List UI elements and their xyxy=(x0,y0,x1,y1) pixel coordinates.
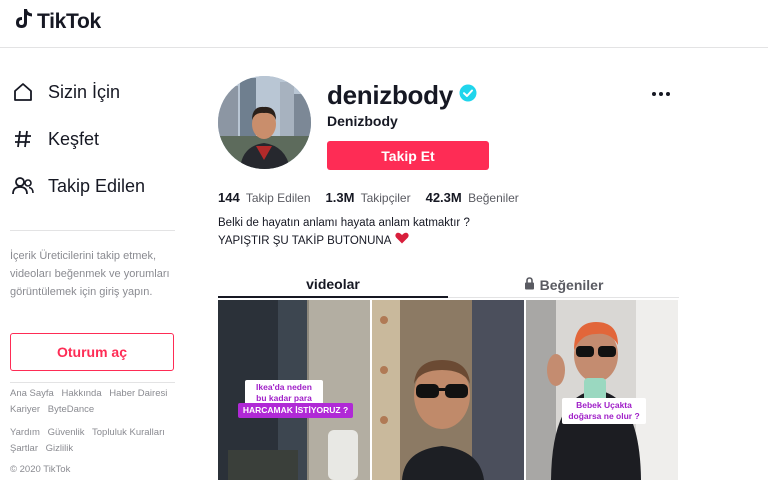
footer-link-about[interactable]: Hakkında xyxy=(61,388,101,399)
lock-icon xyxy=(524,276,535,293)
hashtag-icon xyxy=(10,126,36,152)
footer-link-careers[interactable]: Kariyer xyxy=(10,404,40,415)
users-icon xyxy=(10,173,36,199)
login-hint: İçerik Üreticilerini takip etmek, videol… xyxy=(10,250,170,298)
stat-following[interactable]: 144 Takip Edilen xyxy=(218,190,311,205)
sidebar-divider xyxy=(10,382,175,383)
profile-avatar[interactable] xyxy=(218,76,311,169)
profile-bio: Belki de hayatın anlamı hayata anlam kat… xyxy=(218,215,470,250)
bio-line: Belki de hayatın anlamı hayata anlam kat… xyxy=(218,217,470,229)
login-button[interactable]: Oturum aç xyxy=(10,333,174,371)
verified-badge-icon xyxy=(459,84,477,107)
caption-line: Ikea'da neden xyxy=(256,382,312,392)
video-thumbnail[interactable] xyxy=(372,300,524,480)
tab-likes[interactable]: Beğeniler xyxy=(448,272,679,298)
logo-text: TikTok xyxy=(37,9,101,33)
tab-label: Beğeniler xyxy=(539,276,604,293)
bio-line-with-emoji: YAPIŞTIR ŞU TAKİP BUTONUNA xyxy=(218,232,470,250)
sidebar: Sizin İçin Keşfet Takip Edilen İçerik Ür… xyxy=(0,48,190,480)
profile-stats: 144 Takip Edilen 1.3M Takipçiler 42.3M B… xyxy=(218,190,519,205)
footer-link-home[interactable]: Ana Sayfa xyxy=(10,388,54,399)
video-thumbnail[interactable]: Ikea'da neden bu kadar para HARCAMAK İST… xyxy=(218,300,370,480)
footer-links-bottom: Yardım Güvenlik Topluluk Kuralları Şartl… xyxy=(10,425,180,457)
video-caption: Bebek Uçakta doğarsa ne olur ? xyxy=(562,398,646,424)
stat-likes: 42.3M Beğeniler xyxy=(426,190,519,205)
tiktok-logo[interactable]: TikTok xyxy=(14,8,101,35)
stat-value: 1.3M xyxy=(325,190,355,205)
bio-line: YAPIŞTIR ŞU TAKİP BUTONUNA xyxy=(218,234,392,247)
video-grid: Ikea'da neden bu kadar para HARCAMAK İST… xyxy=(218,300,679,480)
footer-link-privacy[interactable]: Gizlilik xyxy=(46,443,73,454)
tiktok-note-icon xyxy=(14,8,34,35)
nav-discover[interactable]: Keşfet xyxy=(10,124,99,154)
sidebar-divider xyxy=(10,230,175,231)
footer-link-safety[interactable]: Güvenlik xyxy=(48,427,85,438)
nav-label: Sizin İçin xyxy=(48,81,121,102)
footer-link-help[interactable]: Yardım xyxy=(10,427,40,438)
nav-label: Keşfet xyxy=(48,128,100,149)
more-options-icon[interactable] xyxy=(650,84,672,104)
video-caption-highlight: HARCAMAK İSTİYORUZ ? xyxy=(238,403,353,418)
stat-value: 42.3M xyxy=(425,190,462,205)
stat-label: Takipçiler xyxy=(360,191,411,205)
footer-link-terms[interactable]: Şartlar xyxy=(10,443,38,454)
stat-label: Takip Edilen xyxy=(245,191,311,205)
footer-link-bytedance[interactable]: ByteDance xyxy=(48,404,94,415)
display-name: Denizbody xyxy=(327,113,398,129)
follow-button[interactable]: Takip Et xyxy=(327,141,489,170)
profile-tabs: videolar Beğeniler xyxy=(218,272,679,298)
video-thumbnail[interactable]: Bebek Uçakta doğarsa ne olur ? xyxy=(526,300,678,480)
footer-link-newsroom[interactable]: Haber Dairesi xyxy=(109,388,167,399)
stat-followers[interactable]: 1.3M Takipçiler xyxy=(326,190,411,205)
tab-videos[interactable]: videolar xyxy=(218,272,448,298)
nav-for-you[interactable]: Sizin İçin xyxy=(10,77,120,107)
stat-label: Beğeniler xyxy=(468,191,519,205)
username-row: denizbody xyxy=(327,80,477,111)
username: denizbody xyxy=(327,80,453,110)
copyright: © 2020 TikTok xyxy=(10,464,71,475)
stat-value: 144 xyxy=(218,190,240,205)
top-bar: TikTok xyxy=(0,0,768,48)
footer-link-guidelines[interactable]: Topluluk Kuralları xyxy=(92,427,165,438)
nav-following[interactable]: Takip Edilen xyxy=(10,171,145,201)
home-icon xyxy=(10,79,36,105)
heart-icon xyxy=(395,232,410,250)
footer-links-top: Ana Sayfa Hakkında Haber Dairesi Kariyer… xyxy=(10,386,180,418)
nav-label: Takip Edilen xyxy=(48,175,146,196)
